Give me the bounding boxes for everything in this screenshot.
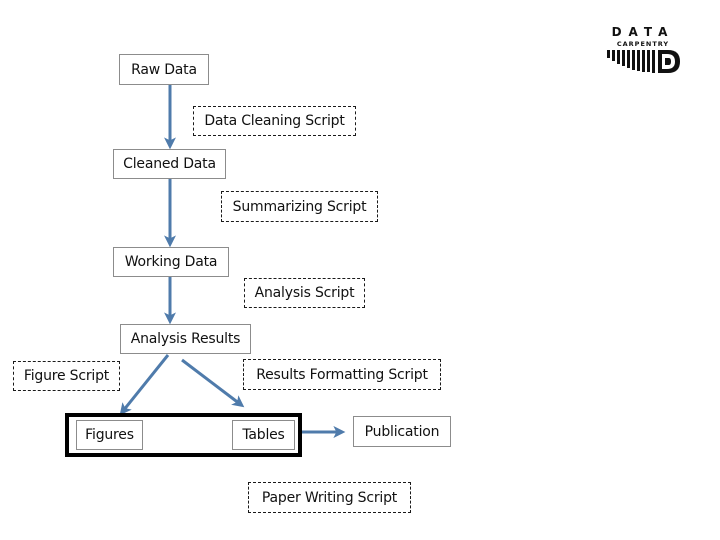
script-analysis: Analysis Script [244, 278, 365, 308]
arrow-results-to-figures [119, 354, 170, 416]
data-carpentry-logo-icon [607, 50, 680, 73]
logo-text-carpentry: CARPENTRY [616, 40, 670, 48]
logo-text-data: DATA [611, 25, 675, 39]
node-publication: Publication [353, 416, 451, 447]
node-figures: Figures [76, 420, 143, 450]
node-raw-data: Raw Data [119, 54, 209, 85]
node-tables: Tables [232, 420, 295, 450]
node-analysis-results: Analysis Results [120, 324, 251, 354]
script-summarizing: Summarizing Script [221, 191, 378, 222]
script-results-formatting: Results Formatting Script [243, 359, 441, 390]
arrow-results-to-tables [181, 358, 245, 408]
arrows-layer [119, 85, 346, 438]
node-working-data: Working Data [113, 247, 229, 277]
node-cleaned-data: Cleaned Data [113, 149, 226, 179]
script-figure: Figure Script [13, 361, 120, 391]
data-carpentry-logo: DATA CARPENTRY [604, 26, 684, 74]
script-paper-writing: Paper Writing Script [248, 482, 411, 513]
script-data-cleaning: Data Cleaning Script [193, 106, 356, 136]
